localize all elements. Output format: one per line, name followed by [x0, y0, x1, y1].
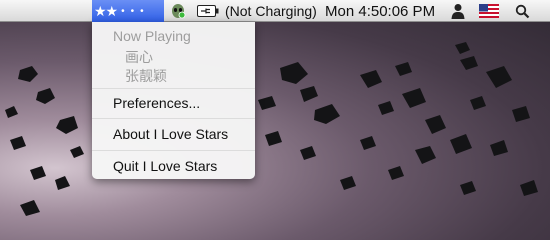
now-playing-artist: 张靓颖 [125, 68, 167, 84]
menu-bar: ★★ • • • (Not Charging) Mon 4:50:06 PM [0, 0, 550, 22]
us-flag-icon[interactable] [478, 0, 500, 22]
quit-menu-item[interactable]: Quit I Love Stars [92, 158, 276, 174]
user-icon[interactable] [449, 0, 467, 22]
about-menu-item[interactable]: About I Love Stars [92, 126, 276, 142]
alien-icon[interactable] [168, 0, 188, 22]
battery-icon[interactable] [196, 0, 220, 22]
preferences-menu-item[interactable]: Preferences... [92, 95, 276, 111]
menubar-clock[interactable]: Mon 4:50:06 PM [325, 0, 435, 22]
menu-separator [92, 88, 255, 89]
menu-separator [92, 118, 255, 119]
battery-status-text[interactable]: (Not Charging) [225, 0, 317, 22]
stars-icon[interactable]: ★★ • • • [92, 0, 164, 22]
now-playing-header: Now Playing [113, 28, 191, 44]
now-playing-title: 画心 [125, 49, 153, 65]
menu-separator [92, 150, 255, 151]
spotlight-icon[interactable] [513, 0, 531, 22]
stars-dropdown-menu: Now Playing 画心 张靓颖 Preferences... About … [92, 22, 255, 179]
